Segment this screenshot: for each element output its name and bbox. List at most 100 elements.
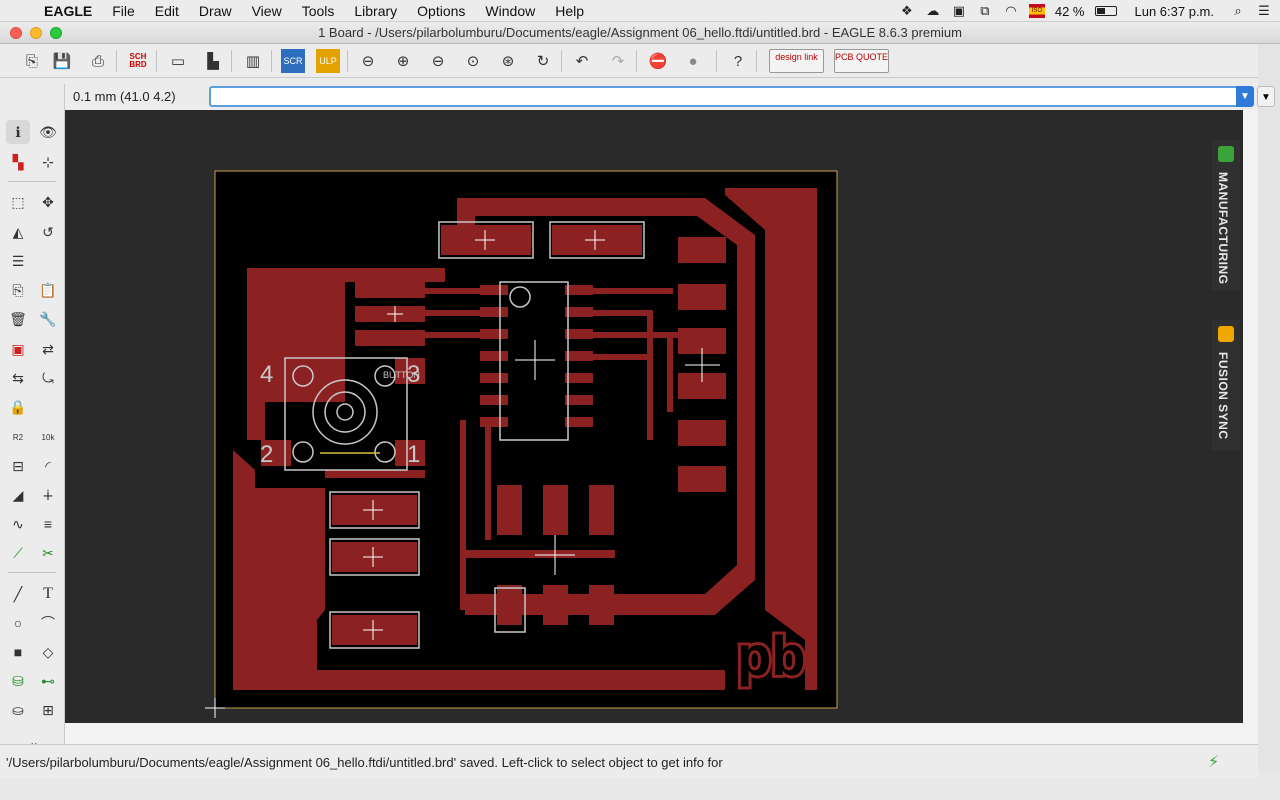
route-icon[interactable]: ⟋ (6, 541, 30, 565)
smash-icon[interactable]: ⊟ (6, 454, 30, 478)
value-icon[interactable]: 10k (36, 425, 60, 449)
mirror-icon[interactable]: ◭ (6, 220, 30, 244)
command-options-dropdown[interactable]: ▼ (1257, 86, 1275, 107)
menu-options[interactable]: Options (407, 0, 475, 22)
ulp-button[interactable]: ULP (316, 49, 340, 73)
button-part-label: BUTTON (383, 370, 420, 380)
input-source-flag-icon[interactable]: ISO (1028, 4, 1045, 18)
zoom-area-icon[interactable]: ⊛ (496, 49, 520, 73)
align-icon[interactable]: ☰ (6, 249, 30, 273)
battery-monitor-icon[interactable]: ▣ (951, 4, 967, 18)
board-logo-text: pb (737, 624, 805, 687)
save-icon[interactable]: 💾 (50, 49, 74, 73)
status-bolt-icon[interactable]: ⚡ (1208, 752, 1219, 772)
menu-help[interactable]: Help (545, 0, 594, 22)
polygon-icon[interactable]: ◇ (36, 640, 60, 664)
mark-icon[interactable]: ⊹ (36, 150, 60, 174)
rotate-icon[interactable]: ↺ (36, 220, 60, 244)
cam-processor-icon[interactable]: ▭ (166, 49, 190, 73)
menu-library[interactable]: Library (344, 0, 407, 22)
fusion-sync-tab-icon (1218, 326, 1234, 342)
hole-icon[interactable]: ⛀ (6, 698, 30, 722)
replace-icon[interactable]: ⇄ (36, 337, 60, 361)
circle-icon[interactable]: ○ (6, 611, 30, 635)
screen-mirror-icon[interactable]: ⧉ (977, 4, 993, 18)
vertical-scrollbar[interactable] (1243, 110, 1258, 745)
ripup-icon[interactable]: ✂ (36, 541, 60, 565)
miter-icon[interactable]: ◜ (36, 454, 60, 478)
zoom-fit-icon[interactable]: ⊖ (356, 49, 380, 73)
wifi-icon[interactable]: ◠ (1003, 4, 1019, 18)
script-button[interactable]: SCR (281, 49, 305, 73)
window-titlebar: 1 Board - /Users/pilarbolumburu/Document… (0, 22, 1280, 44)
sch-brd-switch-button[interactable]: SCH BRD (126, 49, 150, 73)
horizontal-scrollbar[interactable] (65, 723, 1243, 745)
redo-icon[interactable]: ↷ (606, 49, 630, 73)
cloud-sync-icon[interactable]: ☁ (925, 4, 941, 18)
split-icon[interactable]: ◢ (6, 483, 30, 507)
lock-icon[interactable]: 🔒 (6, 395, 30, 419)
side-panel: MANUFACTURING FUSION SYNC (1210, 110, 1242, 450)
clock[interactable]: Lun 6:37 p.m. (1135, 4, 1215, 19)
info-icon[interactable]: ℹ (6, 120, 30, 144)
menu-view[interactable]: View (242, 0, 292, 22)
via-icon[interactable]: ⛁ (6, 669, 30, 693)
menu-app-eagle[interactable]: EAGLE (34, 0, 102, 22)
lock-toggle-icon[interactable]: ⤿ (36, 366, 60, 390)
spotlight-search-icon[interactable]: ⌕ (1230, 4, 1246, 18)
pcb-quote-button[interactable]: PCB QUOTE (834, 49, 889, 73)
undo-icon[interactable]: ↶ (570, 49, 594, 73)
change-icon[interactable]: 🔧 (36, 307, 60, 331)
button-pin-4-label: 4 (260, 361, 273, 388)
menu-tools[interactable]: Tools (292, 0, 345, 22)
button-pin-2-label: 2 (260, 441, 273, 468)
paste-icon[interactable]: 📋 (36, 278, 60, 302)
zoom-in-icon[interactable]: ⊕ (391, 49, 415, 73)
optimize-icon[interactable]: ∔ (36, 483, 60, 507)
select-icon[interactable]: ⬚ (6, 190, 30, 214)
design-link-button[interactable]: design link (769, 49, 824, 73)
wire-icon[interactable]: ╱ (6, 582, 30, 606)
command-history-dropdown[interactable]: ▼ (1236, 86, 1254, 107)
swap-icon[interactable]: ⇆ (6, 366, 30, 390)
open-icon[interactable]: ⎘ (20, 49, 44, 73)
command-row: 0.1 mm (41.0 4.2) ▼ (65, 84, 1258, 110)
rectangle-icon[interactable]: ■ (6, 640, 30, 664)
pcb-board-drawing[interactable]: pb 4 3 2 1 BUTTON (65, 110, 1243, 745)
meander-icon[interactable]: ∿ (6, 512, 30, 536)
name-icon[interactable]: R2 (6, 425, 30, 449)
tab-fusion-sync[interactable]: FUSION SYNC (1212, 320, 1240, 450)
length-icon[interactable]: ≡ (36, 512, 60, 536)
zoom-out-icon[interactable]: ⊖ (426, 49, 450, 73)
show-icon[interactable]: 👁 (36, 120, 60, 144)
arc-icon[interactable]: ⌒ (36, 611, 60, 635)
layers-icon[interactable]: ▚ (6, 150, 30, 174)
tab-manufacturing[interactable]: MANUFACTURING (1212, 140, 1240, 290)
help-icon[interactable]: ? (726, 49, 750, 73)
move-icon[interactable]: ✥ (36, 190, 60, 214)
dropbox-icon[interactable]: ❖ (899, 4, 915, 18)
menu-file[interactable]: File (102, 0, 145, 22)
command-line-input[interactable] (209, 86, 1242, 107)
notification-center-icon[interactable]: ☰ (1256, 4, 1272, 18)
print-icon[interactable]: ⎙ (86, 49, 110, 73)
signal-icon[interactable]: ⊷ (36, 669, 60, 693)
stop-icon[interactable]: ⛔ (646, 49, 670, 73)
window-title: 1 Board - /Users/pilarbolumburu/Document… (318, 25, 962, 40)
copy-icon[interactable]: ⎘ (6, 278, 30, 302)
menu-window[interactable]: Window (475, 0, 545, 22)
library-icon[interactable]: ▥ (241, 49, 265, 73)
menu-edit[interactable]: Edit (145, 0, 189, 22)
text-icon[interactable]: T (36, 582, 60, 606)
right-gutter (1258, 44, 1280, 772)
add-part-icon[interactable]: ▣ (6, 337, 30, 361)
redraw-icon[interactable]: ↻ (531, 49, 555, 73)
delete-icon[interactable]: 🗑 (6, 307, 30, 331)
go-icon[interactable]: ● (681, 49, 705, 73)
zoom-select-icon[interactable]: ⊙ (461, 49, 485, 73)
attribute-icon[interactable]: ⊞ (36, 698, 60, 722)
menu-draw[interactable]: Draw (189, 0, 242, 22)
battery-icon[interactable] (1094, 6, 1117, 16)
board-canvas[interactable]: pb 4 3 2 1 BUTTON (65, 110, 1243, 745)
manufacturing-icon[interactable]: ▙ (201, 49, 225, 73)
